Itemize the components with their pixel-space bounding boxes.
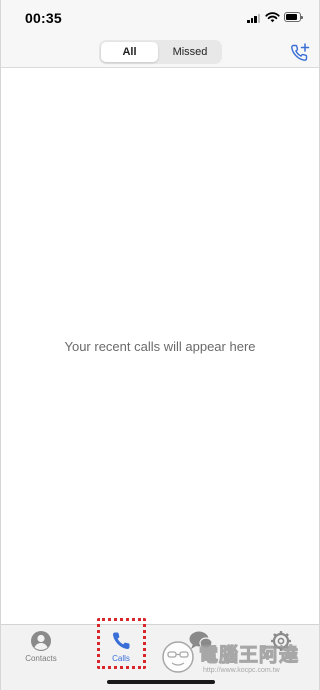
watermark: 電腦王阿達 http://www.kocpc.com.tw <box>161 636 319 686</box>
status-time: 00:35 <box>25 10 62 26</box>
status-bar: 00:35 <box>1 0 319 36</box>
watermark-url: http://www.kocpc.com.tw <box>203 667 280 674</box>
calls-header: All Missed <box>1 36 319 68</box>
app-screen: 00:35 All Missed Your recent calls will … <box>0 0 320 690</box>
calls-tab-highlight <box>97 618 146 669</box>
calls-filter-segmented-control: All Missed <box>99 40 222 64</box>
tab-contacts-label: Contacts <box>25 654 57 663</box>
person-circle-icon <box>31 631 51 651</box>
tab-contacts[interactable]: Contacts <box>1 625 81 675</box>
empty-state-message: Your recent calls will appear here <box>64 339 256 354</box>
segment-missed[interactable]: Missed <box>160 42 220 62</box>
segment-all[interactable]: All <box>101 42 158 62</box>
add-call-icon[interactable] <box>289 42 311 64</box>
cellular-signal-icon <box>247 13 261 23</box>
watermark-text: 電腦王阿達 <box>198 644 300 667</box>
recent-calls-list: Your recent calls will appear here <box>1 69 319 623</box>
battery-icon <box>284 12 303 22</box>
wifi-icon <box>265 12 280 23</box>
mascot-face-icon <box>162 641 194 673</box>
home-indicator[interactable] <box>107 680 215 684</box>
